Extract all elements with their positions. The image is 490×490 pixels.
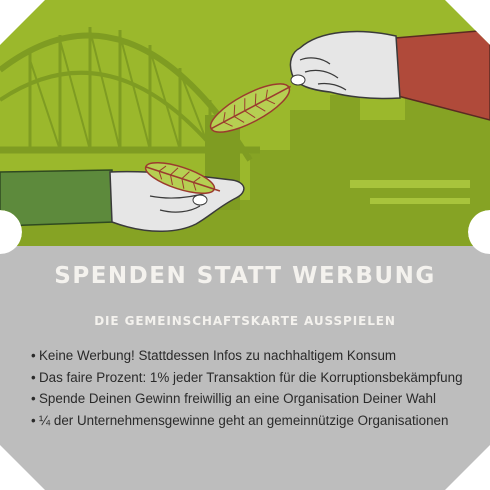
bullet-dot: •: [31, 412, 36, 428]
bullet-item: • Keine Werbung! Stattdessen Infos zu nac…: [31, 345, 476, 367]
bullet-item: • Spende Deinen Gewinn freiwillig an eine…: [31, 388, 476, 410]
bullet-dot: •: [31, 348, 36, 363]
bullet-text: ¼ der Unternehmensgewinne geht an gemein…: [39, 412, 449, 428]
bullet-item: • Das faire Prozent: 1% jeder Transaktion…: [31, 367, 476, 389]
card-subtitle: DIE GEMEINSCHAFTSKARTE AUSSPIELEN: [94, 314, 396, 328]
bullet-text: Keine Werbung! Stattdessen Infos zu nach…: [39, 348, 397, 363]
game-card[interactable]: SPENDEN STATT WERBUNG DIE GEMEINSCHAFTSK…: [0, 0, 490, 490]
bullet-dot: •: [31, 391, 36, 406]
bullet-text: Spende Deinen Gewinn freiwillig an eine …: [39, 391, 436, 406]
bullet-text: Das faire Prozent: 1% jeder Transaktion …: [39, 369, 463, 385]
card-bullet-list: • Keine Werbung! Stattdessen Infos zu nac…: [31, 345, 476, 431]
bullet-item: • ¼ der Unternehmensgewinne geht an gemei…: [31, 410, 476, 432]
card-title: SPENDEN STATT WERBUNG: [54, 263, 436, 289]
bullet-dot: •: [31, 369, 36, 385]
